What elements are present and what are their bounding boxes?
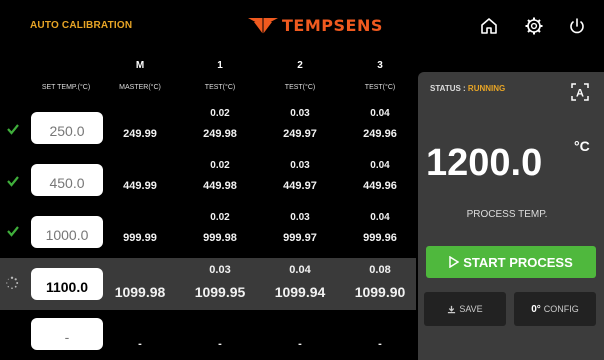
brand-name: TEMPSENS: [282, 15, 383, 35]
master-reading: 1099.98: [114, 284, 166, 300]
deviation-value: 0.03: [290, 160, 310, 171]
check-icon: [7, 226, 19, 237]
test-reading: 999.97: [283, 232, 317, 244]
test-reading: 449.97: [283, 180, 317, 192]
test-reading: 999.98: [203, 232, 237, 244]
set-temp-field[interactable]: 450.0: [31, 164, 103, 196]
status-line: STATUS : RUNNING: [430, 84, 505, 93]
process-panel: STATUS : RUNNING A 1200.0 °C PROCESS TEM…: [418, 72, 604, 360]
column-id-test-2: 2: [297, 60, 303, 71]
test-reading: -: [298, 338, 302, 350]
deviation-value: 0.08: [369, 264, 391, 276]
master-reading: 449.99: [123, 180, 157, 192]
table-row: - - - - -: [0, 310, 416, 360]
start-process-label: START PROCESS: [463, 254, 573, 270]
test-reading: 249.96: [363, 128, 397, 140]
process-temperature: 1200.0: [426, 142, 543, 184]
brand-logo: TEMPSENS: [248, 14, 383, 36]
gear-icon: [525, 17, 543, 35]
header-bar: AUTO CALIBRATION TEMPSENS: [0, 0, 604, 52]
save-button[interactable]: SAVE: [424, 292, 506, 326]
column-id-test-1: 1: [217, 60, 223, 71]
deviation-value: 0.02: [210, 212, 230, 223]
download-icon: [448, 305, 456, 313]
config-button[interactable]: 0° CONFIG: [514, 292, 596, 326]
process-temperature-unit: °C: [574, 138, 590, 154]
column-label-test-1: TEST(°C): [204, 84, 236, 91]
app-title: AUTO CALIBRATION: [30, 20, 133, 31]
deviation-value: 0.04: [370, 160, 390, 171]
master-reading: 249.99: [123, 128, 157, 140]
deviation-value: 0.03: [209, 264, 231, 276]
set-temp-header: SET TEMP.(°C): [41, 84, 91, 91]
deviation-value: 0.03: [290, 108, 310, 119]
test-reading: 1099.90: [354, 284, 406, 300]
home-button[interactable]: [475, 12, 503, 40]
set-temp-field[interactable]: 1000.0: [31, 216, 103, 248]
column-id-master: M: [135, 60, 145, 71]
deviation-value: 0.02: [210, 108, 230, 119]
set-temp-field[interactable]: 1100.0: [31, 268, 103, 300]
test-reading: 249.98: [203, 128, 237, 140]
table-row-active: 1100.0 0.03 0.04 0.08 1099.98 1099.95 10…: [0, 258, 416, 310]
config-icon: 0°: [531, 303, 541, 315]
status-value: RUNNING: [467, 84, 506, 93]
column-label-test-2: TEST(°C): [284, 84, 316, 91]
power-icon: [570, 18, 584, 34]
column-id-test-3: 3: [377, 60, 383, 71]
deviation-value: 0.03: [290, 212, 310, 223]
set-temp-field[interactable]: 250.0: [31, 112, 103, 144]
mode-badge-letter: A: [576, 88, 584, 100]
home-icon: [481, 18, 497, 34]
deviation-value: 0.02: [210, 160, 230, 171]
deviation-value: 0.04: [289, 264, 311, 276]
test-reading: -: [218, 338, 222, 350]
settings-button[interactable]: [520, 12, 548, 40]
column-label-test-3: TEST(°C): [364, 84, 396, 91]
spinner-icon: [6, 276, 19, 289]
start-process-button[interactable]: START PROCESS: [426, 246, 596, 278]
master-reading: -: [138, 338, 142, 350]
table-row: 1000.0 0.02 0.03 0.04 999.99 999.98 999.…: [0, 206, 416, 258]
set-temp-field[interactable]: -: [31, 318, 103, 350]
test-reading: 999.96: [363, 232, 397, 244]
test-reading: 449.96: [363, 180, 397, 192]
save-label: SAVE: [459, 304, 483, 314]
calibration-screen: AUTO CALIBRATION TEMPSENS SET TEMP.(°C) …: [0, 0, 604, 360]
config-label: CONFIG: [543, 304, 579, 314]
deviation-value: 0.04: [370, 212, 390, 223]
test-reading: 1099.94: [274, 284, 326, 300]
table-row: 450.0 0.02 0.03 0.04 449.99 449.98 449.9…: [0, 154, 416, 206]
power-button[interactable]: [563, 12, 591, 40]
brand-mark-icon: [248, 18, 278, 34]
check-icon: [7, 124, 19, 135]
table-row: 250.0 0.02 0.03 0.04 249.99 249.98 249.9…: [0, 102, 416, 154]
deviation-value: 0.04: [370, 108, 390, 119]
check-icon: [7, 176, 19, 187]
column-label-master: MASTER(°C): [119, 84, 161, 91]
test-reading: 1099.95: [194, 284, 246, 300]
test-reading: 449.98: [203, 180, 237, 192]
play-icon: [449, 256, 460, 268]
status-label: STATUS :: [430, 84, 468, 93]
test-reading: 249.97: [283, 128, 317, 140]
process-temperature-label: PROCESS TEMP.: [466, 209, 548, 220]
test-reading: -: [378, 338, 382, 350]
auto-mode-icon[interactable]: A: [570, 82, 590, 102]
master-reading: 999.99: [123, 232, 157, 244]
